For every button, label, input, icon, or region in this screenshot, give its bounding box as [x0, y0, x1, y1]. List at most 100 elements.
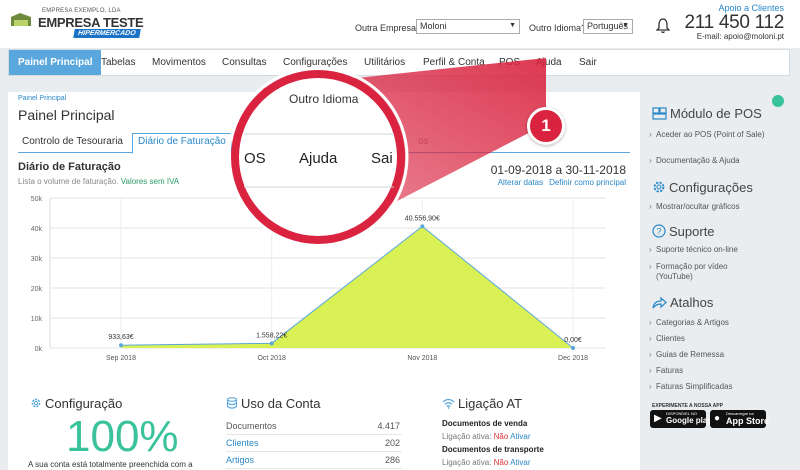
gear-icon — [653, 181, 665, 193]
usage-row-label[interactable]: Artigos — [226, 455, 254, 465]
sidebar-support-title: ? Suporte — [652, 224, 715, 239]
chart-x-tick-label: Oct 2018 — [257, 355, 286, 362]
chevron-down-icon: ▼ — [509, 22, 516, 29]
sidebar-support-label: Suporte — [669, 224, 715, 239]
magnifier-item-sair: Sai — [371, 150, 393, 167]
date-range: 01-09-2018 a 30-11-2018 — [491, 163, 626, 177]
usage-row[interactable]: Artigos 286 — [226, 452, 402, 469]
support-phone: 211 450 112 — [684, 12, 784, 33]
nav-perfil-conta[interactable]: Perfil & Conta — [423, 50, 485, 75]
other-company-label: Outra Empresa? — [355, 23, 422, 33]
breadcrumb[interactable]: Painel Principal — [18, 95, 66, 102]
at-sales-status: Ligação ativa: Não Ativar — [442, 432, 531, 441]
share-arrow-icon — [652, 296, 667, 309]
chart-links: Alterar datas Definir como principal — [492, 178, 626, 187]
chart-x-tick-label: Dec 2018 — [558, 355, 588, 362]
company-logo[interactable]: EMPRESA EXEMPLO, LDA EMPRESA TESTE HIPER… — [8, 6, 144, 42]
at-widget-title: Ligação AT — [442, 396, 522, 411]
config-widget-label: Configuração — [45, 396, 123, 411]
chart-area — [121, 226, 573, 348]
sidebar-item-invoices[interactable]: Faturas — [649, 366, 784, 376]
google-play-badge[interactable]: ▶ DISPONÍVEL NO Google play — [650, 410, 712, 428]
usage-row-value: 4.417 — [377, 421, 400, 431]
tab-diario-faturacao[interactable]: Diário de Faturação — [132, 133, 232, 154]
sidebar-pos-title: Módulo de POS — [652, 106, 762, 121]
language-select[interactable]: Português ▼ — [583, 19, 633, 34]
company-select-value: Moloni — [420, 21, 447, 31]
sidebar-item-pos-access[interactable]: Aceder ao POS (Point of Sale) — [649, 130, 784, 140]
config-widget-title: Configuração — [30, 396, 122, 411]
chart-x-tick-label: Sep 2018 — [106, 355, 136, 362]
sidebar-shortcuts-title: Atalhos — [652, 295, 713, 310]
sidebar-item-pos-docs[interactable]: Documentação & Ajuda — [649, 156, 784, 166]
nav-ajuda[interactable]: Ajuda — [536, 50, 562, 75]
config-percentage: 100% — [66, 412, 179, 461]
chart-subtitle-link[interactable]: Valores sem IVA — [121, 177, 179, 186]
at-status-label: Ligação ativa: — [442, 432, 492, 441]
at-widget-label: Ligação AT — [458, 396, 523, 411]
at-transport-title: Documentos de transporte — [442, 445, 544, 454]
nav-utilitarios[interactable]: Utilitários — [364, 50, 405, 75]
usage-row-label: Documentos — [226, 421, 277, 431]
usage-row[interactable]: Clientes 202 — [226, 435, 402, 452]
chart-point — [571, 346, 575, 350]
company-name: EMPRESA TESTE — [38, 15, 144, 30]
at-activate-link[interactable]: Ativar — [510, 458, 530, 467]
pos-module-icon — [652, 107, 667, 120]
sidebar-item-toggle-charts[interactable]: Mostrar/ocultar gráficos — [649, 202, 784, 212]
date-sep: a — [555, 163, 563, 177]
nav-configuracoes[interactable]: Configurações — [283, 50, 347, 75]
at-status-value: Não — [493, 432, 509, 441]
app-store-badge[interactable]: ● Descarregar na App Store — [710, 410, 770, 428]
usage-row-label[interactable]: Clientes — [226, 438, 259, 448]
nav-movimentos[interactable]: Movimentos — [152, 50, 206, 75]
nav-painel-principal[interactable]: Painel Principal — [9, 50, 102, 75]
app-promo-text: EXPERIMENTE A NOSSA APP — [652, 403, 723, 409]
chart-point — [420, 224, 425, 229]
date-to: 30-11-2018 — [565, 163, 627, 177]
app-store-big: App Store — [726, 416, 770, 426]
magnifier-title: Outro Idioma — [289, 92, 359, 106]
company-legal-name: EMPRESA EXEMPLO, LDA — [42, 8, 121, 14]
chart-y-tick-label: 30k — [31, 256, 43, 263]
sidebar-item-delivery-notes[interactable]: Guias de Remessa — [649, 350, 784, 360]
change-dates-link[interactable]: Alterar datas — [498, 178, 543, 187]
svg-text:?: ? — [656, 227, 661, 237]
sidebar-config-label: Configurações — [669, 180, 753, 195]
nav-pos[interactable]: POS — [499, 50, 520, 75]
tab-controlo-tesouraria[interactable]: Controlo de Tesouraria — [22, 136, 123, 147]
notifications-bell-icon[interactable] — [656, 18, 670, 34]
sidebar-item-simplified-invoices[interactable]: Faturas Simplificadas — [649, 382, 784, 392]
gear-icon — [31, 398, 41, 408]
sidebar-item-video-training[interactable]: Formação por vídeo (YouTube) — [649, 262, 766, 282]
play-icon[interactable] — [772, 95, 784, 107]
company-tagline: HIPERMERCADO — [73, 29, 141, 38]
apple-icon: ● — [714, 413, 721, 424]
sidebar-item-categories[interactable]: Categorias & Artigos — [649, 318, 784, 328]
sidebar-item-clients[interactable]: Clientes — [649, 334, 784, 344]
nav-consultas[interactable]: Consultas — [222, 50, 266, 75]
tab-partial-os[interactable]: os — [418, 136, 429, 147]
set-main-link[interactable]: Definir como principal — [549, 178, 626, 187]
usage-row-value: 202 — [384, 438, 400, 448]
sidebar-item-online-support[interactable]: Suporte técnico on-line — [649, 245, 784, 255]
help-circle-icon: ? — [652, 224, 666, 238]
tab-partial-m[interactable]: M — [236, 136, 244, 147]
company-select[interactable]: Moloni ▼ — [416, 19, 520, 34]
at-activate-link[interactable]: Ativar — [510, 432, 530, 441]
at-status-label: Ligação ativa: — [442, 458, 492, 467]
nav-sair[interactable]: Sair — [579, 50, 597, 75]
logo-icon — [11, 13, 31, 26]
at-status-value: Não — [493, 458, 509, 467]
chart-data-label: 0,00€ — [564, 337, 582, 344]
sidebar-shortcuts-label: Atalhos — [670, 295, 714, 310]
at-sales-title: Documentos de venda — [442, 419, 528, 428]
support-email[interactable]: E-mail: apoio@moloni.pt — [697, 32, 784, 41]
sidebar-pos-label: Módulo de POS — [670, 106, 762, 121]
other-language-label: Outro Idioma? — [529, 23, 587, 33]
config-description: A sua conta está totalmente preenchida c… — [28, 460, 193, 469]
wifi-icon — [442, 398, 455, 409]
usage-row-value: 286 — [384, 455, 400, 465]
chart-data-label: 933,63€ — [108, 334, 133, 341]
nav-tabelas[interactable]: Tabelas — [101, 50, 135, 75]
